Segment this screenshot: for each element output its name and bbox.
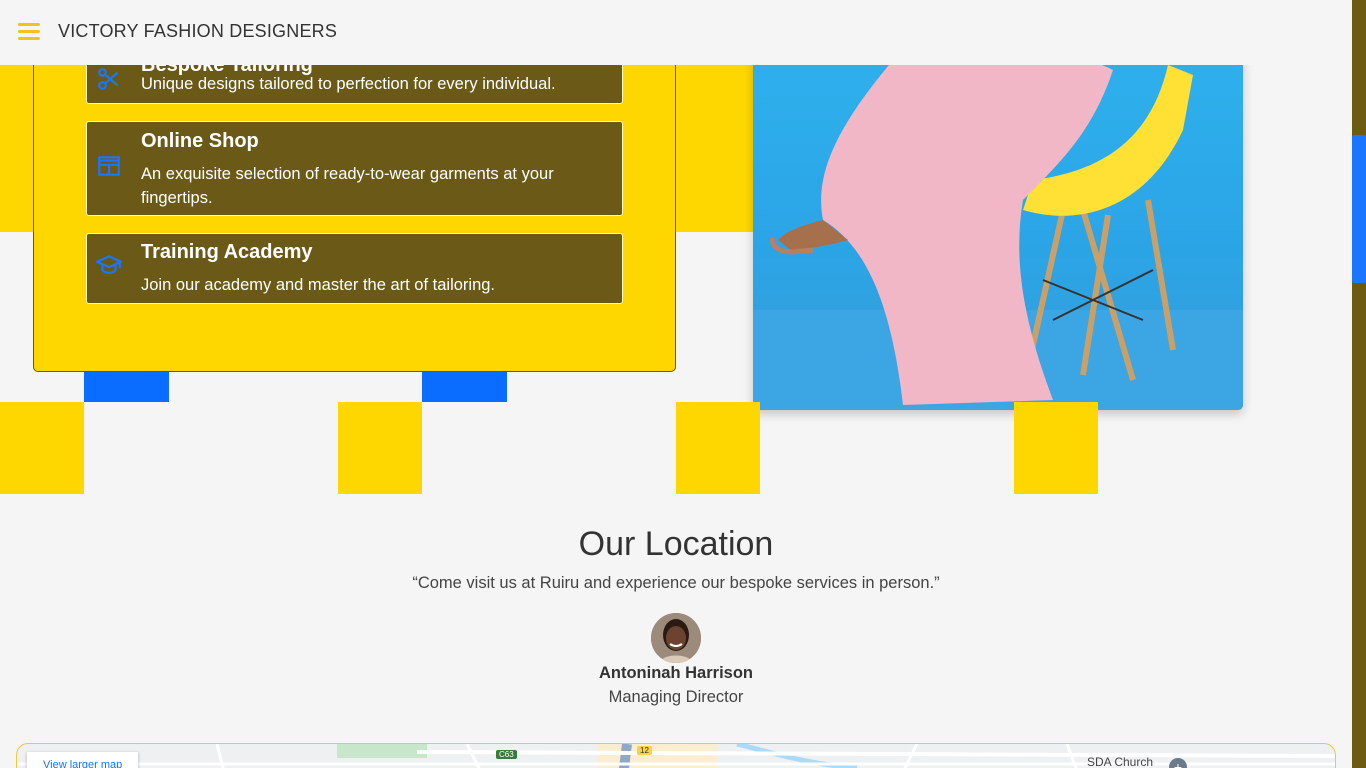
graduation-cap-icon <box>96 255 122 274</box>
service-item-online-shop[interactable]: Online Shop An exquisite selection of re… <box>86 121 623 216</box>
service-description: An exquisite selection of ready-to-wear … <box>141 165 554 207</box>
woman-on-chair-image <box>753 36 1243 410</box>
brand-title[interactable]: VICTORY FASHION DESIGNERS <box>58 21 337 42</box>
person-name: Antoninah Harrison <box>598 664 753 682</box>
map-place-label: SDA Church <box>1087 755 1154 768</box>
top-navbar: VICTORY FASHION DESIGNERS <box>0 0 1350 65</box>
road-badge: 12 <box>637 746 652 755</box>
location-heading: Our Location <box>578 525 774 563</box>
decor-block <box>84 372 169 402</box>
decor-block <box>338 402 422 494</box>
decor-block <box>676 402 760 494</box>
scrollbar-thumb[interactable] <box>1352 135 1366 283</box>
person-portrait <box>651 613 701 663</box>
road-badge: C63 <box>496 750 517 759</box>
services-card: Bespoke Tailoring Unique designs tailore… <box>33 20 676 372</box>
decor-block <box>1014 402 1098 494</box>
location-quote: “Come visit us at Ruiru and experience o… <box>412 574 940 592</box>
scrollbar-track[interactable] <box>1352 0 1366 768</box>
storefront-icon <box>98 156 120 176</box>
person-role: Managing Director <box>608 688 744 706</box>
avatar <box>651 613 701 663</box>
scissors-icon <box>98 68 119 90</box>
location-map[interactable]: View larger map C63 12 SDA Church + <box>16 743 1336 768</box>
service-description: Unique designs tailored to perfection fo… <box>141 75 556 93</box>
service-title: Training Academy <box>141 241 313 263</box>
decor-block <box>422 372 507 402</box>
hamburger-menu-icon[interactable] <box>18 23 40 40</box>
service-item-training-academy[interactable]: Training Academy Join our academy and ma… <box>86 233 623 304</box>
service-description: Join our academy and master the art of t… <box>141 276 496 294</box>
decor-block <box>0 65 34 232</box>
hero-photo <box>753 20 1243 410</box>
decor-block <box>0 402 84 494</box>
decor-block <box>676 65 754 232</box>
service-title: Online Shop <box>141 130 259 152</box>
view-larger-map-link[interactable]: View larger map <box>27 752 139 768</box>
